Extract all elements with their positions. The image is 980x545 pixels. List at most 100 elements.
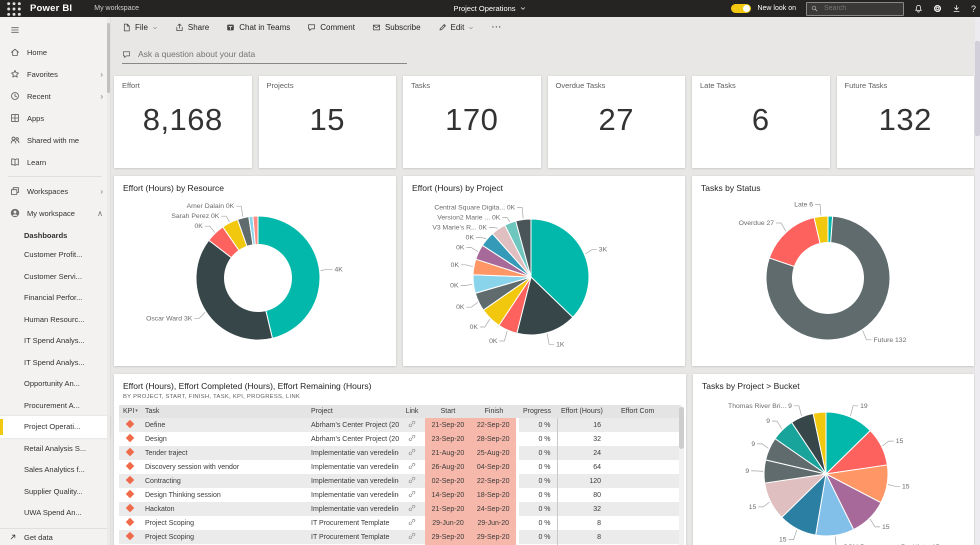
tile-effort-table[interactable]: Effort (Hours), Effort Completed (Hours)… [114, 374, 686, 545]
table-row[interactable]: Project ScopingIT Procurement Template29… [119, 530, 681, 544]
sidebar-scrollbar[interactable] [107, 17, 110, 545]
link-cell [399, 446, 425, 460]
sidebar-dashboard-uwa-spend-an[interactable]: UWA Spend An... [0, 502, 110, 524]
sidebar-dashboard-human-resourc[interactable]: Human Resourc... [0, 309, 110, 331]
chevron-right-icon[interactable]: › [100, 187, 103, 196]
column-header-project[interactable]: Project [307, 405, 399, 418]
slice-label: Thomas River Bri... 9 [728, 403, 792, 410]
sidebar-dashboard-customer-servi[interactable]: Customer Servi... [0, 266, 110, 288]
file-icon [122, 23, 131, 32]
sidebar-item-favorites[interactable]: Favorites› [0, 63, 110, 85]
column-header-kpi[interactable]: KPI▾ [119, 405, 141, 418]
topbar-workspace-label[interactable]: My workspace [94, 5, 139, 12]
link-icon[interactable] [408, 532, 416, 540]
table-scrollbar[interactable] [679, 406, 684, 545]
link-icon[interactable] [408, 518, 416, 526]
table-row[interactable]: HackatonImplementatie van veredelings ad… [119, 502, 681, 516]
sidebar-dashboard-project-operati[interactable]: Project Operati... [0, 416, 110, 438]
sidebar-dashboard-customer-profit[interactable]: Customer Profit... [0, 244, 110, 266]
page-scrollbar[interactable] [975, 17, 980, 545]
link-icon[interactable] [408, 504, 416, 512]
search-input[interactable] [822, 4, 899, 13]
kpi-card-overdue-tasks[interactable]: Overdue Tasks27 [548, 76, 686, 168]
sidebar-item-recent[interactable]: Recent› [0, 85, 110, 107]
chat-in-teams-button[interactable]: Chat in Teams [226, 23, 290, 32]
sidebar-item-my-workspace[interactable]: My workspace∧ [0, 202, 110, 224]
table-row[interactable]: ContractingImplementatie van veredelings… [119, 474, 681, 488]
chevron-right-icon[interactable]: › [100, 70, 103, 79]
sidebar-dashboard-retail-analysis-s[interactable]: Retail Analysis S... [0, 438, 110, 460]
column-header-task[interactable]: Task [141, 405, 307, 418]
link-icon[interactable] [408, 420, 416, 428]
tile-effort-by-project[interactable]: Effort (Hours) by Project Central Square… [403, 176, 685, 366]
table-row[interactable]: DefineAbrham's Center Project (2020 Q4)2… [119, 418, 681, 432]
settings-gear-icon[interactable] [933, 4, 942, 13]
edit-button[interactable]: Edit [438, 23, 475, 32]
kpi-card-effort[interactable]: Effort8,168 [114, 76, 252, 168]
chevron-right-icon[interactable]: › [100, 92, 103, 101]
new-look-toggle[interactable] [731, 4, 751, 13]
sidebar-item-learn[interactable]: Learn [0, 151, 110, 173]
link-icon[interactable] [408, 476, 416, 484]
table-row[interactable]: Discovery session with vendorImplementat… [119, 460, 681, 474]
column-header-finish[interactable]: Finish [471, 405, 517, 418]
app-launcher-icon[interactable] [6, 1, 22, 17]
get-data-button[interactable]: Get data [0, 528, 110, 545]
share-button[interactable]: Share [175, 23, 209, 32]
qna-bar[interactable] [122, 48, 407, 64]
sidebar-dashboard-financial-perfor[interactable]: Financial Perfor... [0, 287, 110, 309]
app-logo[interactable]: Power BI [30, 3, 72, 14]
help-icon[interactable]: ? [971, 4, 976, 14]
sort-indicator: ▾ [135, 408, 138, 414]
toolbar-item-label: Share [188, 23, 209, 32]
chevron-up-icon[interactable]: ∧ [97, 209, 103, 218]
kpi-card-projects[interactable]: Projects15 [259, 76, 397, 168]
sidebar-item-workspaces[interactable]: Workspaces› [0, 180, 110, 202]
label-leader-line [489, 228, 498, 229]
sidebar-item-home[interactable]: Home [0, 41, 110, 63]
table-row[interactable]: Design Thinking sessionImplementatie van… [119, 488, 681, 502]
table-subtitle: BY PROJECT, START, FINISH, TASK, KPI, PR… [114, 393, 686, 405]
column-header-progress[interactable]: Progress [517, 405, 557, 418]
toolbar-item-label: Edit [451, 23, 465, 32]
table-row[interactable]: Project ScopingIT Procurement Template29… [119, 516, 681, 530]
link-icon[interactable] [408, 462, 416, 470]
column-header-link[interactable]: Link [399, 405, 425, 418]
kpi-card-tasks[interactable]: Tasks170 [403, 76, 541, 168]
link-icon[interactable] [408, 490, 416, 498]
link-icon[interactable] [408, 434, 416, 442]
column-header-effort-hours[interactable]: Effort (Hours) [557, 405, 617, 418]
comment-button[interactable]: Comment [307, 23, 355, 32]
column-header-start[interactable]: Start [425, 405, 471, 418]
link-icon[interactable] [408, 448, 416, 456]
subscribe-button[interactable]: Subscribe [372, 23, 421, 32]
sidebar-dashboard-opportunity-an[interactable]: Opportunity An... [0, 373, 110, 395]
column-header-effort-com[interactable]: Effort Com [617, 405, 681, 418]
kpi-card-late-tasks[interactable]: Late Tasks6 [692, 76, 830, 168]
sidebar-item-apps[interactable]: Apps [0, 107, 110, 129]
effort-completed-cell [617, 488, 681, 502]
qna-input[interactable] [136, 48, 407, 60]
sidebar-dashboard-it-spend-analys[interactable]: IT Spend Analys... [0, 330, 110, 352]
more-button[interactable]: ⋯ [491, 22, 502, 33]
sidebar-dashboard-procurement-a[interactable]: Procurement A... [0, 395, 110, 417]
sidebar-item-shared-with-me[interactable]: Shared with me [0, 129, 110, 151]
file-button[interactable]: File [122, 23, 158, 32]
toggle-knob [743, 5, 750, 12]
sidebar-dashboard-supplier-quality[interactable]: Supplier Quality... [0, 481, 110, 503]
table-row[interactable]: DesignAbrham's Center Project (2020 Q4)2… [119, 432, 681, 446]
sidebar-dashboard-sales-analytics-f[interactable]: Sales Analytics f... [0, 459, 110, 481]
sidebar-dashboard-it-spend-analys[interactable]: IT Spend Analys... [0, 352, 110, 374]
slice-label: 4K [335, 266, 344, 273]
tile-tasks-by-project-bucket[interactable]: Tasks by Project > Bucket Thomas River B… [693, 374, 974, 545]
page-title-dropdown[interactable]: Project Operations [453, 4, 526, 13]
tile-tasks-by-status[interactable]: Tasks by Status Late 6Overdue 27Future 1… [692, 176, 974, 366]
notifications-bell-icon[interactable] [914, 4, 923, 13]
search-box[interactable] [806, 2, 904, 16]
tile-effort-by-resource[interactable]: Effort (Hours) by Resource Amer Dalain 0… [114, 176, 396, 366]
hamburger-menu-icon[interactable] [9, 25, 21, 35]
table-row[interactable]: Tender trajectImplementatie van veredeli… [119, 446, 681, 460]
download-icon[interactable] [952, 4, 961, 13]
kpi-card-future-tasks[interactable]: Future Tasks132 [837, 76, 975, 168]
start-cell: 21-Sep-20 [425, 502, 471, 516]
